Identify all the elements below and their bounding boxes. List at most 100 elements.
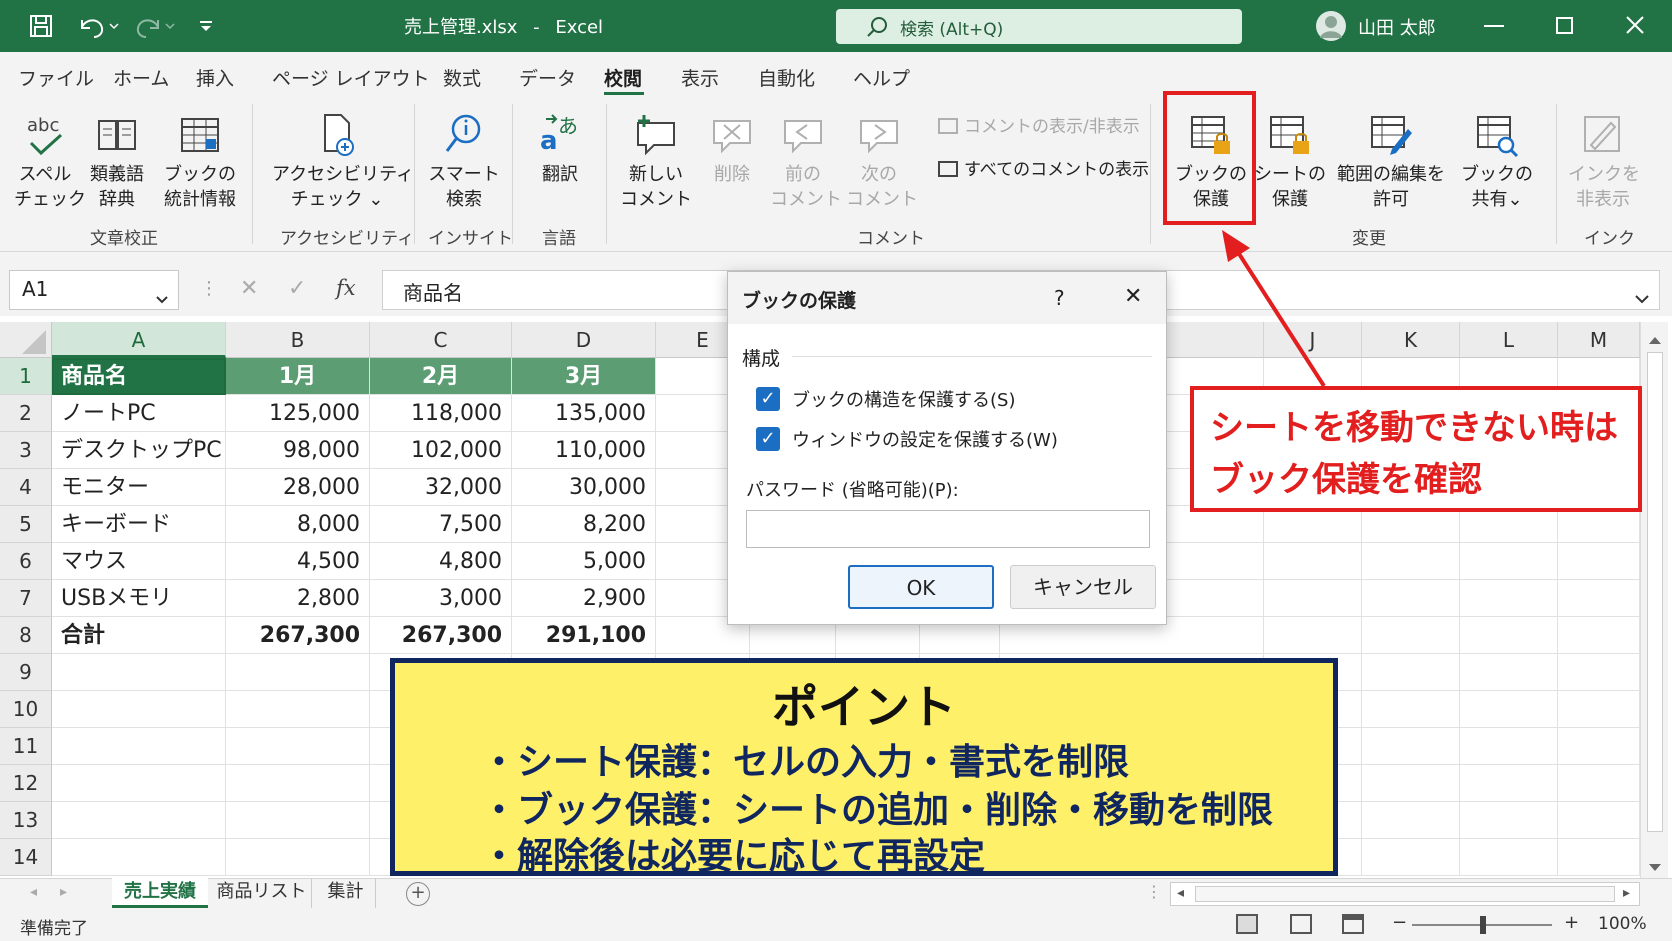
accessibility-check-button[interactable]: アクセシビリティ チェック ⌄ xyxy=(272,108,414,212)
minimize-icon[interactable] xyxy=(1484,25,1504,27)
cell-k12[interactable] xyxy=(1362,765,1460,802)
cell-d2[interactable]: 135,000 xyxy=(512,395,656,432)
user-avatar[interactable] xyxy=(1316,11,1346,41)
cell-c2[interactable]: 118,000 xyxy=(370,395,512,432)
cell-d1[interactable]: 3月 xyxy=(512,358,656,395)
page-break-preview-icon[interactable] xyxy=(1342,914,1364,934)
cell-k9[interactable] xyxy=(1362,654,1460,691)
menu-automate[interactable]: 自動化 xyxy=(758,64,815,91)
protect-structure-checkbox[interactable]: ✓ xyxy=(756,387,780,411)
cancel-icon[interactable]: ✕ xyxy=(240,276,258,301)
menu-formulas[interactable]: 数式 xyxy=(443,64,481,91)
show-hide-comment-button[interactable]: コメントの表示/非表示 xyxy=(938,112,1140,137)
cell-a1[interactable]: 商品名 xyxy=(52,358,226,395)
row-header-6[interactable]: 6 xyxy=(0,543,52,580)
insert-function-icon[interactable]: fx xyxy=(336,276,356,300)
cell-a4[interactable]: モニター xyxy=(52,469,226,506)
hide-ink-button[interactable]: インクを 非表示 xyxy=(1568,108,1640,212)
workbook-stats-button[interactable]: ブックの 統計情報 xyxy=(158,108,242,212)
column-header-d[interactable]: D xyxy=(512,322,656,358)
column-header-l[interactable]: L xyxy=(1460,322,1558,358)
cell-a13[interactable] xyxy=(52,802,226,839)
tab-scroll-right-icon[interactable]: ▸ xyxy=(60,884,67,900)
menu-review[interactable]: 校閲 xyxy=(604,64,642,91)
next-comment-button[interactable]: 次の コメント xyxy=(846,108,918,212)
row-header-8[interactable]: 8 xyxy=(0,617,52,654)
maximize-icon[interactable] xyxy=(1556,17,1573,34)
save-icon[interactable] xyxy=(28,13,54,39)
smart-lookup-button[interactable]: スマート 検索 xyxy=(428,108,500,212)
vertical-scrollbar[interactable] xyxy=(1640,322,1668,878)
column-header-c[interactable]: C xyxy=(370,322,512,358)
ok-button[interactable]: OK xyxy=(848,565,994,609)
name-box[interactable]: A1 xyxy=(9,270,179,310)
menu-view[interactable]: 表示 xyxy=(681,64,719,91)
cell-b6[interactable]: 4,500 xyxy=(226,543,370,580)
protect-windows-checkbox[interactable]: ✓ xyxy=(756,427,780,451)
menu-file[interactable]: ファイル xyxy=(18,64,94,91)
scroll-down-icon[interactable] xyxy=(1648,858,1662,877)
row-header-5[interactable]: 5 xyxy=(0,506,52,543)
cell-b9[interactable] xyxy=(226,654,370,691)
cell-b8[interactable]: 267,300 xyxy=(226,617,370,654)
thesaurus-button[interactable]: 類義語 辞典 xyxy=(86,108,148,212)
tab-scroll-left-icon[interactable]: ◂ xyxy=(30,884,37,900)
sheet-tab-sales[interactable]: 売上実績 xyxy=(112,878,208,908)
enter-icon[interactable]: ✓ xyxy=(288,276,306,301)
cell-j6[interactable] xyxy=(1264,543,1362,580)
share-workbook-button[interactable]: ブックの 共有⌄ xyxy=(1458,108,1536,212)
cell-c1[interactable]: 2月 xyxy=(370,358,512,395)
help-button[interactable]: ? xyxy=(1054,286,1065,310)
sheet-tab-summary[interactable]: 集計 xyxy=(316,878,376,908)
allow-edit-ranges-button[interactable]: 範囲の編集を 許可 xyxy=(1334,108,1448,212)
row-header-7[interactable]: 7 xyxy=(0,580,52,617)
user-name[interactable]: 山田 太郎 xyxy=(1358,14,1436,40)
scroll-up-icon[interactable] xyxy=(1648,330,1662,349)
row-header-1[interactable]: 1 xyxy=(0,358,52,395)
cell-m9[interactable] xyxy=(1558,654,1640,691)
cell-a12[interactable] xyxy=(52,765,226,802)
zoom-out-button[interactable]: − xyxy=(1392,912,1407,933)
row-header-10[interactable]: 10 xyxy=(0,691,52,728)
zoom-slider-thumb[interactable] xyxy=(1480,916,1486,934)
cell-k11[interactable] xyxy=(1362,728,1460,765)
page-layout-view-icon[interactable] xyxy=(1290,914,1312,934)
cell-b4[interactable]: 28,000 xyxy=(226,469,370,506)
cell-m13[interactable] xyxy=(1558,802,1640,839)
row-header-3[interactable]: 3 xyxy=(0,432,52,469)
cell-c4[interactable]: 32,000 xyxy=(370,469,512,506)
cell-c3[interactable]: 102,000 xyxy=(370,432,512,469)
cell-b7[interactable]: 2,800 xyxy=(226,580,370,617)
cell-l6[interactable] xyxy=(1460,543,1558,580)
cell-d6[interactable]: 5,000 xyxy=(512,543,656,580)
expand-formula-icon[interactable] xyxy=(1635,285,1649,309)
cell-m8[interactable] xyxy=(1558,617,1640,654)
menu-data[interactable]: データ xyxy=(519,64,576,91)
add-sheet-button[interactable]: + xyxy=(406,882,430,906)
cell-b14[interactable] xyxy=(226,839,370,876)
cell-m7[interactable] xyxy=(1558,580,1640,617)
cell-c5[interactable]: 7,500 xyxy=(370,506,512,543)
row-header-13[interactable]: 13 xyxy=(0,802,52,839)
cell-d5[interactable]: 8,200 xyxy=(512,506,656,543)
cell-a8[interactable]: 合計 xyxy=(52,617,226,654)
cell-a11[interactable] xyxy=(52,728,226,765)
cell-c7[interactable]: 3,000 xyxy=(370,580,512,617)
row-header-14[interactable]: 14 xyxy=(0,839,52,876)
cell-k6[interactable] xyxy=(1362,543,1460,580)
column-header-m[interactable]: M xyxy=(1558,322,1640,358)
cell-m11[interactable] xyxy=(1558,728,1640,765)
delete-comment-button[interactable]: 削除 xyxy=(702,108,762,187)
column-header-a[interactable]: A xyxy=(52,322,226,358)
normal-view-icon[interactable] xyxy=(1236,914,1258,934)
previous-comment-button[interactable]: 前の コメント xyxy=(770,108,842,212)
hscroll-thumb[interactable] xyxy=(1195,886,1615,902)
zoom-level[interactable]: 100% xyxy=(1598,914,1647,934)
cell-d8[interactable]: 291,100 xyxy=(512,617,656,654)
sheet-tab-products[interactable]: 商品リスト xyxy=(212,878,312,908)
cell-l12[interactable] xyxy=(1460,765,1558,802)
cell-l7[interactable] xyxy=(1460,580,1558,617)
spelling-button[interactable]: abc スペル チェック xyxy=(14,108,86,212)
row-header-9[interactable]: 9 xyxy=(0,654,52,691)
cell-j8[interactable] xyxy=(1264,617,1362,654)
